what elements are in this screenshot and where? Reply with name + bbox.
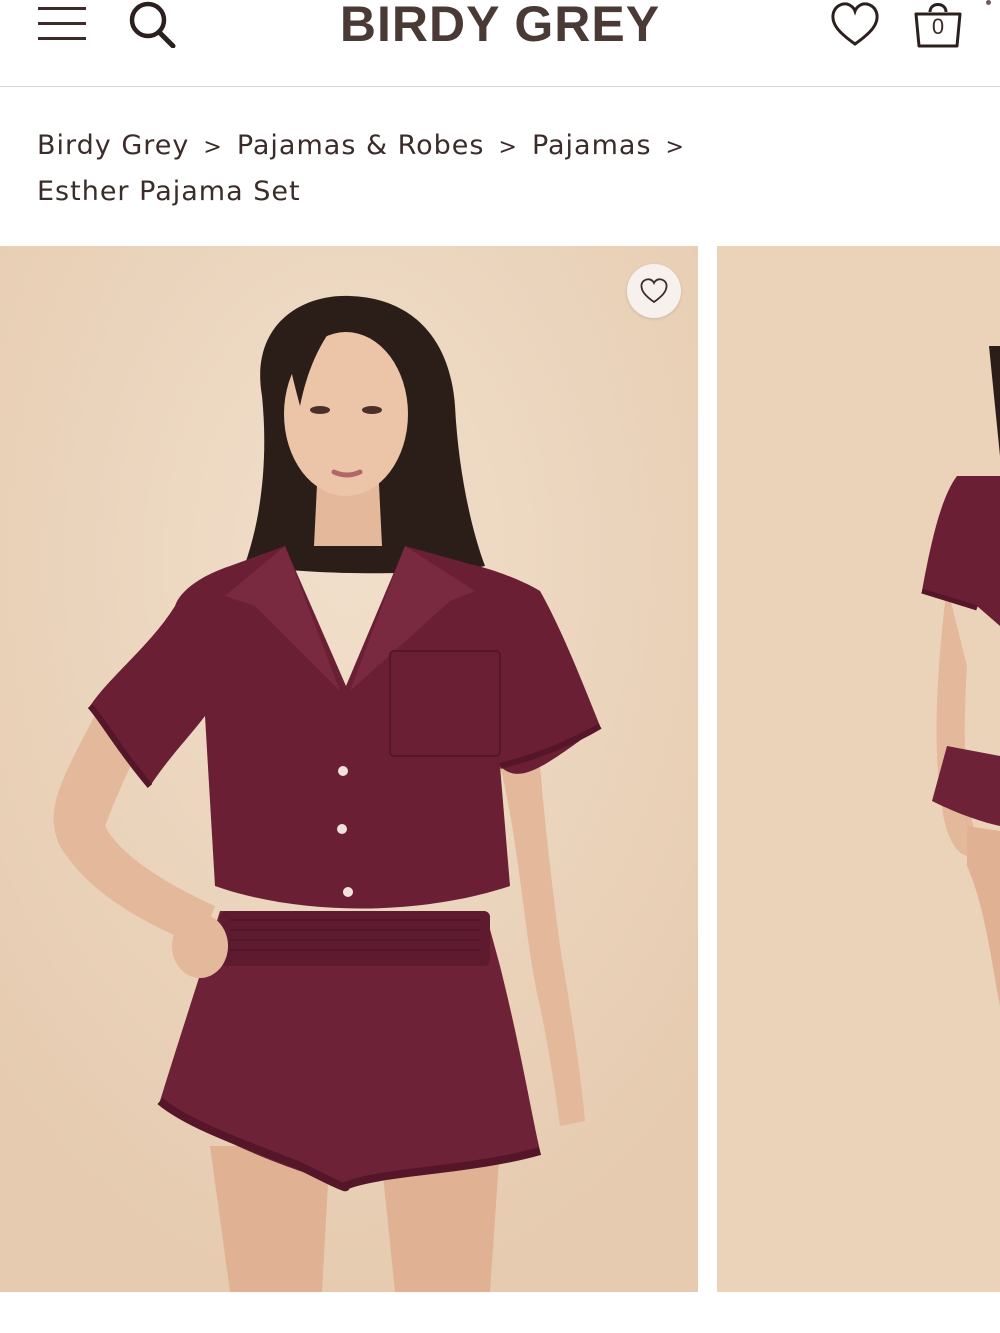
menu-dot	[986, 0, 991, 5]
breadcrumb-current-page: Esther Pajama Set	[37, 176, 301, 207]
breadcrumb-separator: >	[203, 135, 223, 160]
breadcrumb: Birdy Grey > Pajamas & Robes > Pajamas > Esthe…	[37, 124, 737, 214]
add-to-favorites-button[interactable]	[627, 264, 681, 318]
shopping-bag-button[interactable]: 0	[912, 0, 964, 50]
product-photo-model	[0, 246, 698, 1292]
product-photo-model-side	[717, 246, 1000, 1292]
product-image-next[interactable]	[717, 246, 1000, 1292]
product-image-main[interactable]	[0, 246, 698, 1292]
cart-count-badge: 0	[931, 14, 945, 39]
breadcrumb-pajamas-robes[interactable]: Pajamas & Robes	[237, 130, 485, 161]
breadcrumb-separator: >	[665, 135, 685, 160]
breadcrumb-separator: >	[498, 135, 518, 160]
site-header: BIRDY GREY 0	[0, 0, 1000, 87]
breadcrumb-home[interactable]: Birdy Grey	[37, 130, 189, 161]
heart-icon[interactable]	[830, 2, 880, 48]
heart-icon	[640, 278, 668, 304]
breadcrumb-pajamas[interactable]: Pajamas	[532, 130, 652, 161]
